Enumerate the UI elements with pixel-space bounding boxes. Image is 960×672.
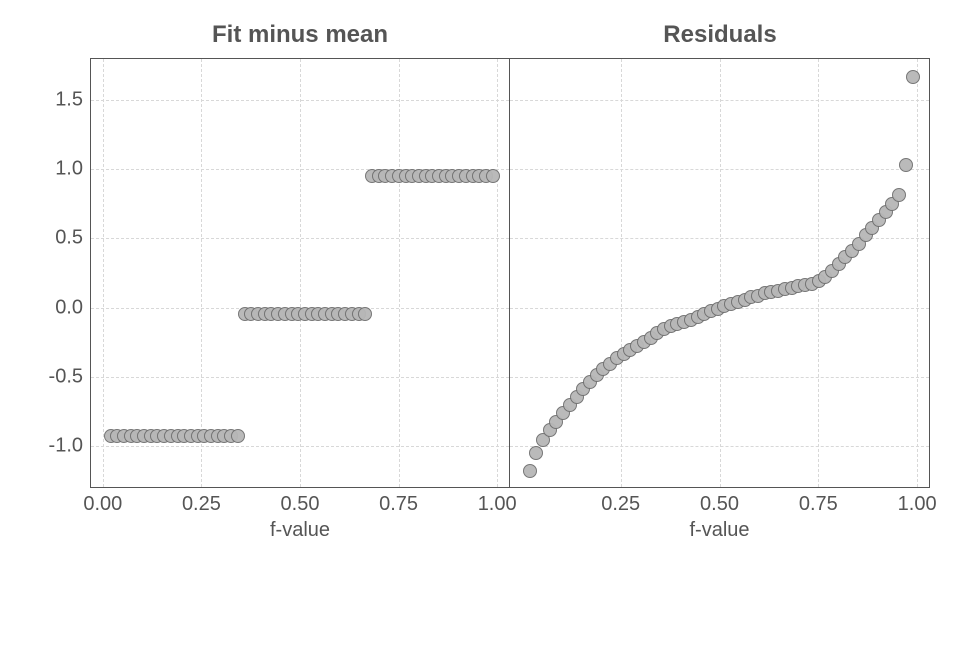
- x-tick-label: 0.75: [379, 487, 418, 516]
- x-tick-label: 0.00: [83, 487, 122, 516]
- y-tick-label: 0.0: [55, 296, 91, 319]
- data-point: [906, 70, 920, 84]
- gridline-v: [497, 59, 498, 487]
- x-tick-label: 0.75: [799, 487, 838, 516]
- y-tick-label: 1.5: [55, 89, 91, 112]
- data-point: [486, 169, 500, 183]
- data-point: [892, 188, 906, 202]
- x-tick-label: 1.00: [478, 487, 517, 516]
- y-tick-label: 0.5: [55, 227, 91, 250]
- data-point: [899, 158, 913, 172]
- data-point: [523, 464, 537, 478]
- x-tick-label: 0.50: [700, 487, 739, 516]
- y-tick-label: -1.0: [49, 434, 91, 457]
- gridline-v: [399, 59, 400, 487]
- y-tick-label: 1.0: [55, 158, 91, 181]
- x-tick-label: 1.00: [898, 487, 937, 516]
- gridline-v: [621, 59, 622, 487]
- x-tick-label: 0.25: [182, 487, 221, 516]
- data-point: [529, 446, 543, 460]
- gridline-v: [300, 59, 301, 487]
- gridline-v: [917, 59, 918, 487]
- gridline-v: [201, 59, 202, 487]
- facet-title-right: Residuals: [510, 20, 930, 50]
- data-point: [358, 307, 372, 321]
- x-tick-label: 0.50: [281, 487, 320, 516]
- y-tick-label: -0.5: [49, 365, 91, 388]
- panel-fit-minus-mean: f-value -1.0-0.50.00.51.01.50.000.250.50…: [90, 58, 510, 488]
- gridline-v: [720, 59, 721, 487]
- gridline-v: [103, 59, 104, 487]
- x-tick-label: 0.25: [601, 487, 640, 516]
- facet-title-left: Fit minus mean: [90, 20, 510, 50]
- data-point: [231, 429, 245, 443]
- panel-residuals: f-value 0.250.500.751.00: [510, 58, 930, 488]
- chart-container: Fit minus mean Residuals f-value -1.0-0.…: [30, 20, 930, 540]
